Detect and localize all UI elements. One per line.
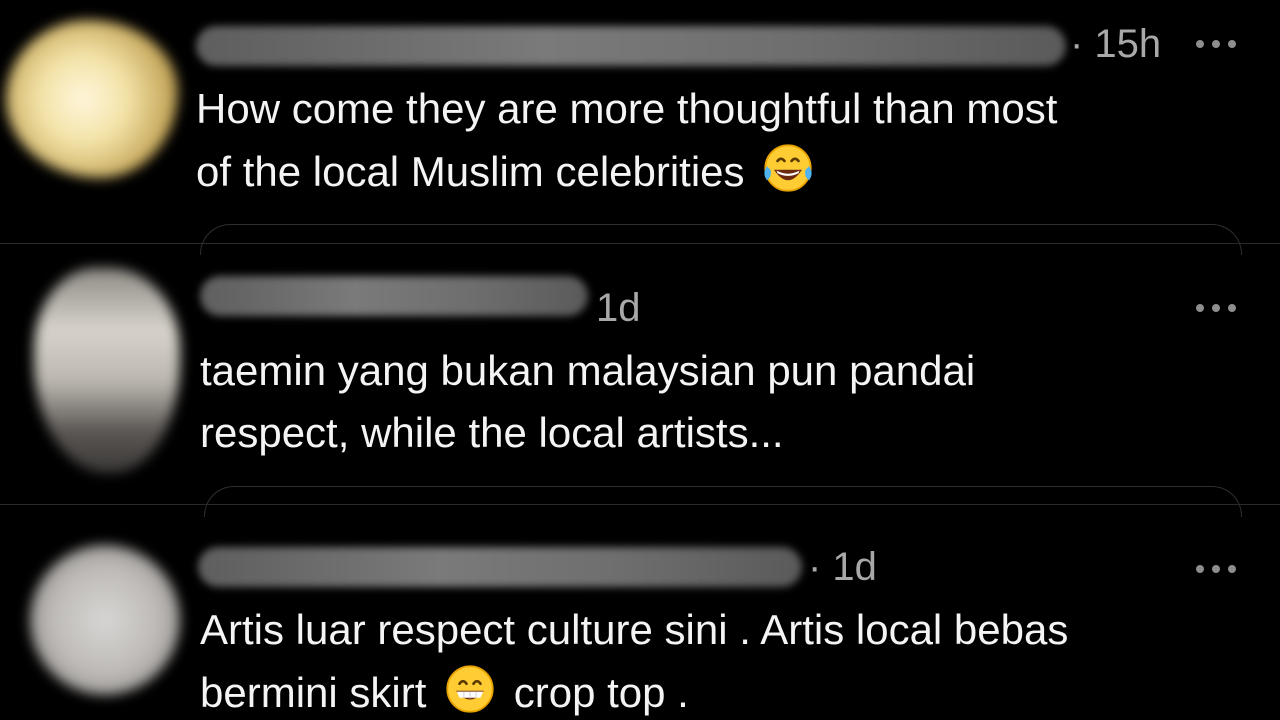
avatar[interactable] bbox=[30, 545, 180, 695]
username-redacted[interactable] bbox=[200, 276, 588, 316]
timestamp: · 15h bbox=[1070, 22, 1162, 66]
more-options-icon[interactable] bbox=[1194, 36, 1242, 50]
comment-feed: · 15h How come they are more thoughtful … bbox=[0, 0, 1280, 720]
timestamp: · 1d bbox=[808, 545, 877, 589]
comment-text-line: How come they are more thoughtful than m… bbox=[196, 85, 1058, 132]
grinning-face-icon bbox=[446, 665, 494, 713]
timestamp: 1d bbox=[596, 286, 641, 330]
more-options-icon[interactable] bbox=[1194, 561, 1242, 575]
comment-text-line: bermini skirt bbox=[200, 669, 427, 716]
comment-text: How come they are more thoughtful than m… bbox=[196, 78, 1256, 203]
username-redacted[interactable] bbox=[198, 547, 802, 587]
more-options-icon[interactable] bbox=[1194, 300, 1242, 314]
comment-text: taemin yang bukan malaysian pun pandai r… bbox=[200, 340, 1240, 464]
avatar[interactable] bbox=[6, 20, 178, 178]
comment-text-line: respect, while the local artists... bbox=[200, 409, 784, 456]
face-with-tears-of-joy-icon bbox=[764, 144, 812, 192]
comment-text-line: taemin yang bukan malaysian pun pandai bbox=[200, 347, 976, 394]
comment-text-line: of the local Muslim celebrities bbox=[196, 148, 745, 195]
comment-text-line: crop top . bbox=[513, 669, 689, 716]
comment-item: 1d taemin yang bukan malaysian pun panda… bbox=[0, 244, 1280, 517]
comment-text-line: Artis luar respect culture sini . Artis … bbox=[200, 606, 1069, 653]
comment-item: · 15h How come they are more thoughtful … bbox=[0, 0, 1280, 255]
username-redacted[interactable] bbox=[196, 26, 1066, 66]
comment-item: · 1d Artis luar respect culture sini . A… bbox=[0, 505, 1280, 720]
comment-text: Artis luar respect culture sini . Artis … bbox=[200, 599, 1260, 720]
avatar[interactable] bbox=[34, 268, 180, 473]
